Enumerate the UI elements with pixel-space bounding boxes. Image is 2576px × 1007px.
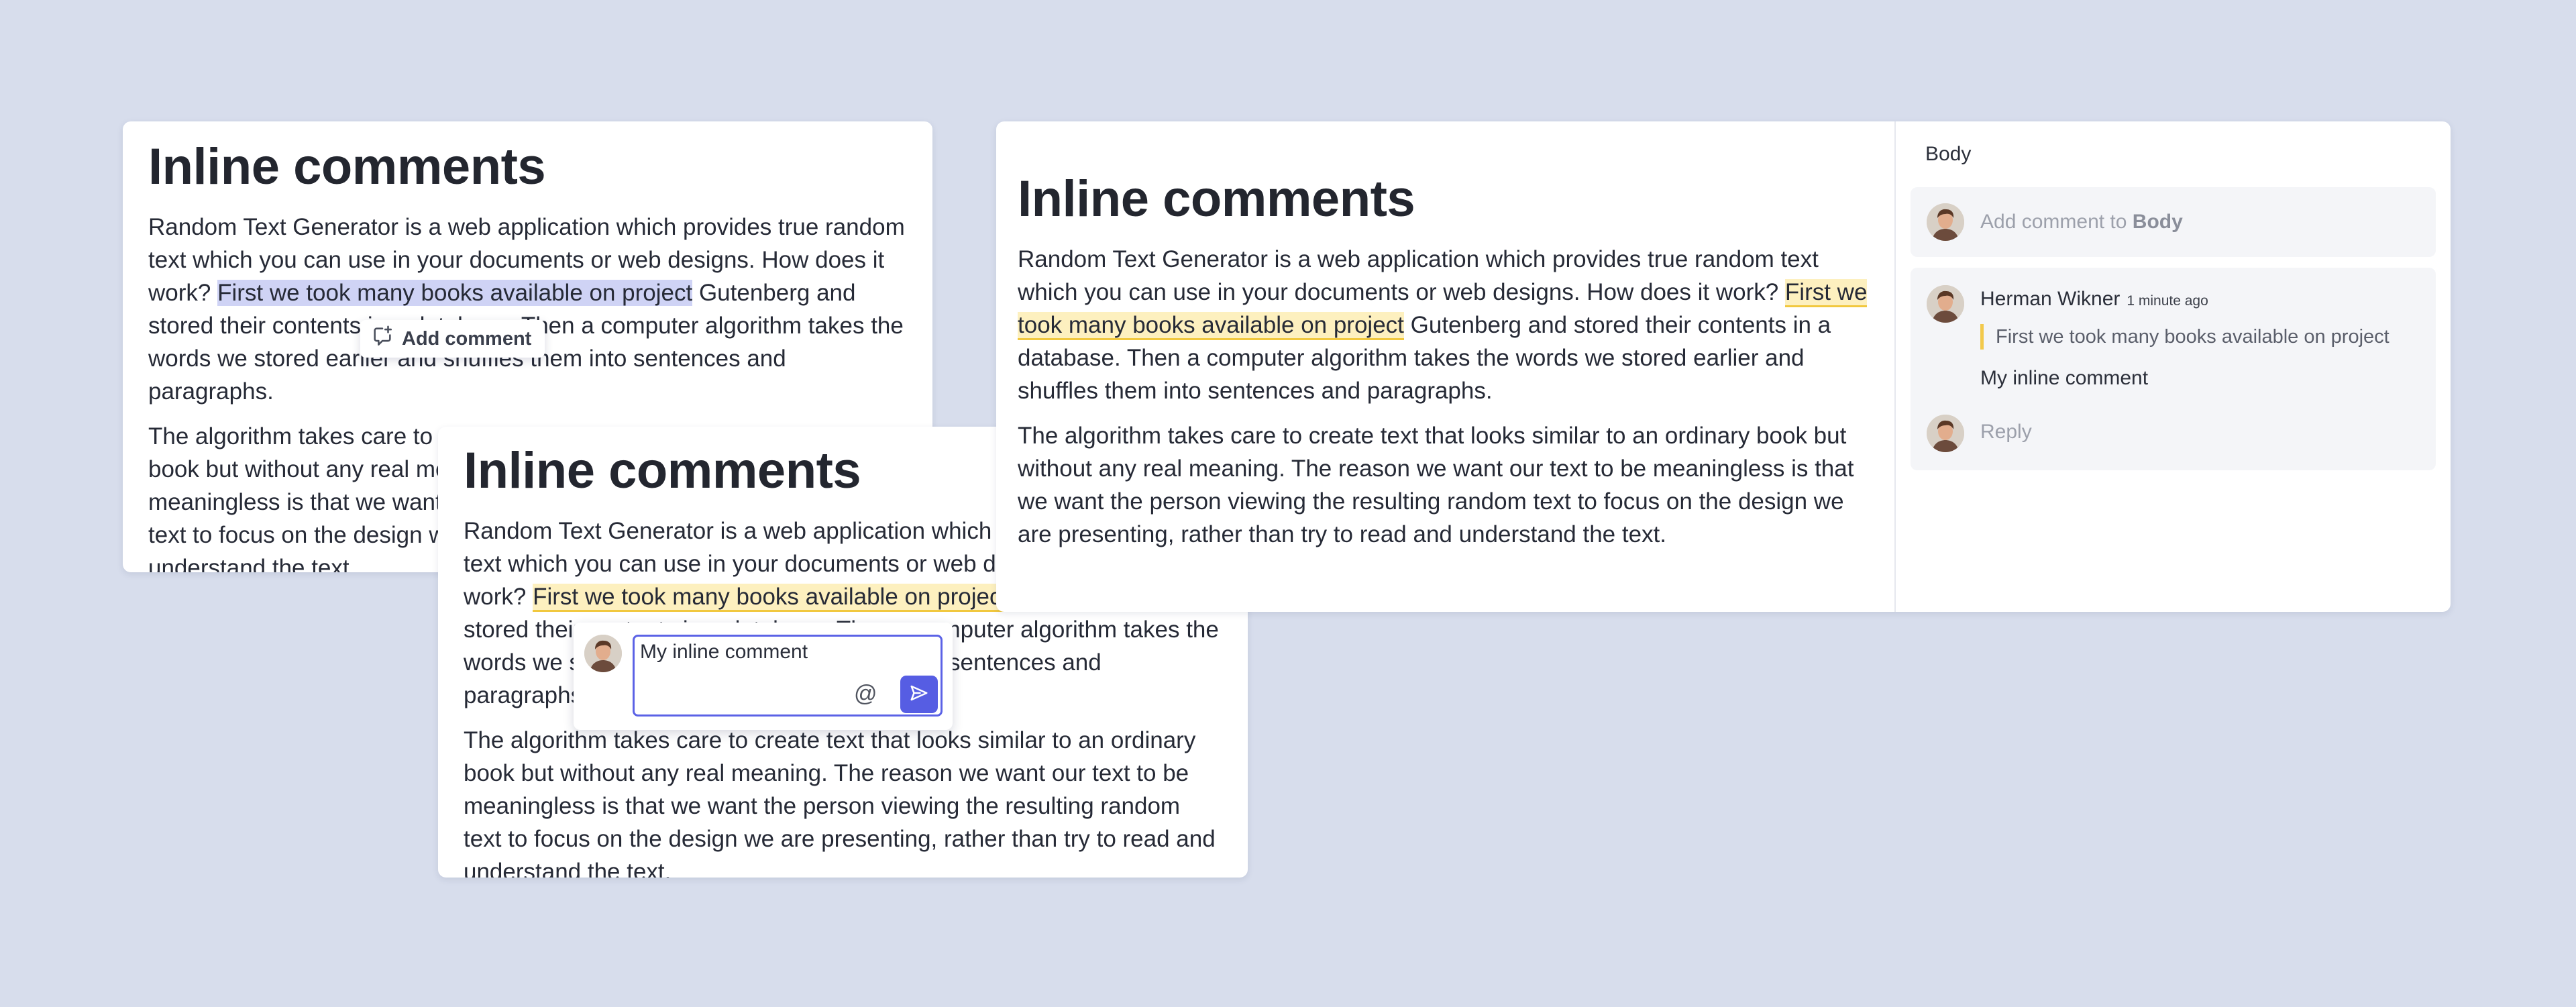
paragraph-1-start: Random Text Generator is a web applicati…	[1018, 246, 1819, 306]
send-comment-button[interactable]	[900, 676, 938, 713]
comment-author: Herman Wikner	[1980, 288, 2121, 310]
comment-body: My inline comment	[1980, 367, 2149, 389]
comment-quote[interactable]: First we took many books available on pr…	[1980, 324, 2390, 350]
comments-panel: Body Add comment to Body Herman Wikner 1…	[1896, 121, 2451, 612]
document-pane: Inline comments Random Text Generator is…	[996, 121, 1894, 612]
placeholder-prefix: Add comment to	[1980, 211, 2133, 233]
comment-timestamp: 1 minute ago	[2127, 293, 2208, 309]
comment-popover: My inline comment	[574, 623, 953, 730]
paragraph-2[interactable]: The algorithm takes care to create text …	[464, 724, 1222, 878]
send-icon	[909, 683, 929, 706]
user-avatar	[1927, 203, 1964, 241]
editor-card-with-comments: Inline comments Random Text Generator is…	[996, 121, 2451, 612]
add-comment-placeholder: Add comment to Body	[1980, 211, 2183, 233]
placeholder-target: Body	[2132, 211, 2183, 233]
document-title: Inline comments	[1018, 170, 1415, 227]
add-comment-field[interactable]: Add comment to Body	[1911, 187, 2436, 257]
comment-plus-icon	[371, 325, 394, 353]
paragraph-1[interactable]: Random Text Generator is a web applicati…	[1018, 243, 1873, 407]
selected-text[interactable]: First we took many books available on pr…	[217, 280, 693, 307]
comment-thread: Herman Wikner 1 minute ago First we took …	[1911, 268, 2436, 470]
reply-avatar	[1927, 415, 1964, 452]
highlighted-text[interactable]: First we took many books available on pr…	[533, 584, 1008, 613]
add-comment-label: Add comment	[402, 327, 532, 350]
add-comment-button[interactable]: Add comment	[360, 320, 545, 358]
comments-panel-title: Body	[1925, 143, 1972, 165]
reply-input[interactable]: Reply	[1980, 421, 2032, 443]
paragraph-1[interactable]: Random Text Generator is a web applicati…	[148, 211, 907, 408]
comment-input[interactable]: My inline comment	[633, 635, 943, 717]
comment-header: Herman Wikner 1 minute ago	[1980, 288, 2208, 311]
paragraph-2[interactable]: The algorithm takes care to create text …	[1018, 419, 1873, 551]
mention-at-icon[interactable]: @	[854, 681, 877, 707]
author-avatar	[1927, 285, 1964, 323]
document-title: Inline comments	[148, 138, 546, 195]
user-avatar	[584, 635, 622, 672]
